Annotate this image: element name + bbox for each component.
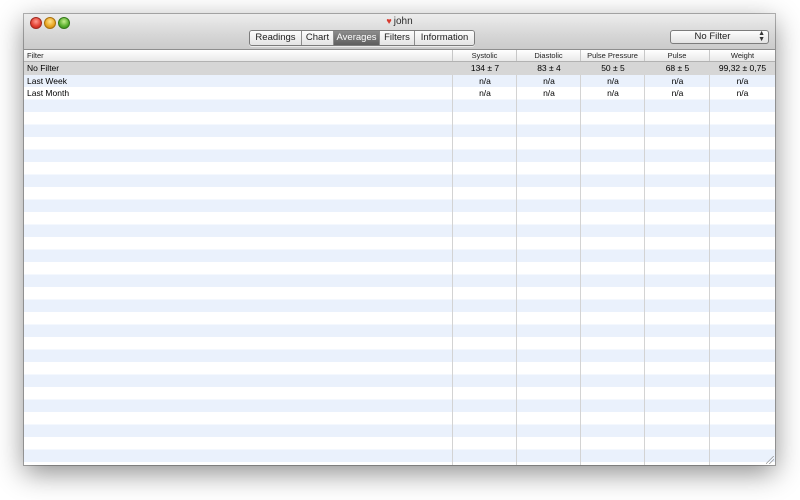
cell-weight: 99,32 ± 0,75 — [718, 63, 767, 73]
table-header: Filter Systolic Diastolic Pulse Pressure… — [24, 50, 775, 62]
table-row[interactable]: No Filter 134 ± 7 83 ± 4 50 ± 5 68 ± 5 9… — [24, 62, 775, 75]
cell-pulse-pressure: n/a — [607, 75, 619, 86]
cell-pulse-pressure: 50 ± 5 — [601, 63, 625, 73]
tab-information[interactable]: Information — [414, 31, 474, 45]
window-title-text: john — [393, 16, 413, 27]
column-header-filter[interactable]: Filter — [24, 50, 453, 61]
column-divider — [452, 62, 453, 465]
column-header-weight[interactable]: Weight — [710, 50, 775, 61]
view-tabs: Readings Chart Averages Filters Informat… — [249, 30, 475, 46]
window-title: ♥ john — [24, 16, 775, 27]
cell-filter: Last Week — [27, 75, 68, 86]
column-header-systolic[interactable]: Systolic — [453, 50, 517, 61]
column-header-pulse[interactable]: Pulse — [645, 50, 710, 61]
cell-pulse: 68 ± 5 — [665, 63, 690, 73]
table-body: No Filter 134 ± 7 83 ± 4 50 ± 5 68 ± 5 9… — [24, 62, 775, 100]
cell-filter: Last Month — [27, 88, 70, 98]
cell-diastolic: n/a — [543, 88, 555, 98]
tab-filters[interactable]: Filters — [379, 31, 414, 45]
tab-chart[interactable]: Chart — [301, 31, 333, 45]
heart-icon: ♥ — [386, 16, 392, 26]
resize-grip-icon[interactable] — [766, 456, 774, 464]
cell-systolic: 134 ± 7 — [470, 63, 500, 73]
filter-popup-value: No Filter — [694, 31, 731, 42]
column-header-diastolic[interactable]: Diastolic — [517, 50, 581, 61]
cell-weight: n/a — [736, 88, 749, 98]
averages-table: Filter Systolic Diastolic Pulse Pressure… — [24, 50, 775, 465]
cell-pulse-pressure: n/a — [607, 88, 619, 98]
cell-systolic: n/a — [479, 75, 491, 86]
column-divider — [709, 62, 710, 465]
cell-diastolic: 83 ± 4 — [537, 63, 561, 73]
cell-systolic: n/a — [479, 88, 491, 98]
tab-readings[interactable]: Readings — [250, 31, 301, 45]
column-header-pulse-pressure[interactable]: Pulse Pressure — [581, 50, 645, 61]
cell-pulse: n/a — [671, 88, 684, 98]
column-divider — [580, 62, 581, 465]
app-window: ♥ john Readings Chart Averages Filters In… — [24, 14, 775, 465]
cell-weight: n/a — [736, 75, 749, 86]
title-bar: ♥ john Readings Chart Averages Filters In… — [24, 14, 775, 50]
filter-popup-button[interactable]: No Filter ▲ ▼ — [670, 30, 769, 44]
column-divider — [644, 62, 645, 465]
table-row[interactable]: Last Week n/a n/a n/a n/a n/a — [24, 75, 775, 88]
table-row[interactable]: Last Month n/a n/a n/a n/a n/a — [24, 87, 775, 100]
cell-pulse: n/a — [671, 75, 684, 86]
cell-diastolic: n/a — [543, 75, 555, 86]
up-down-arrows-icon: ▲ ▼ — [758, 30, 765, 43]
cell-filter: No Filter — [27, 63, 60, 73]
tab-averages[interactable]: Averages — [333, 31, 379, 45]
column-divider — [516, 62, 517, 465]
